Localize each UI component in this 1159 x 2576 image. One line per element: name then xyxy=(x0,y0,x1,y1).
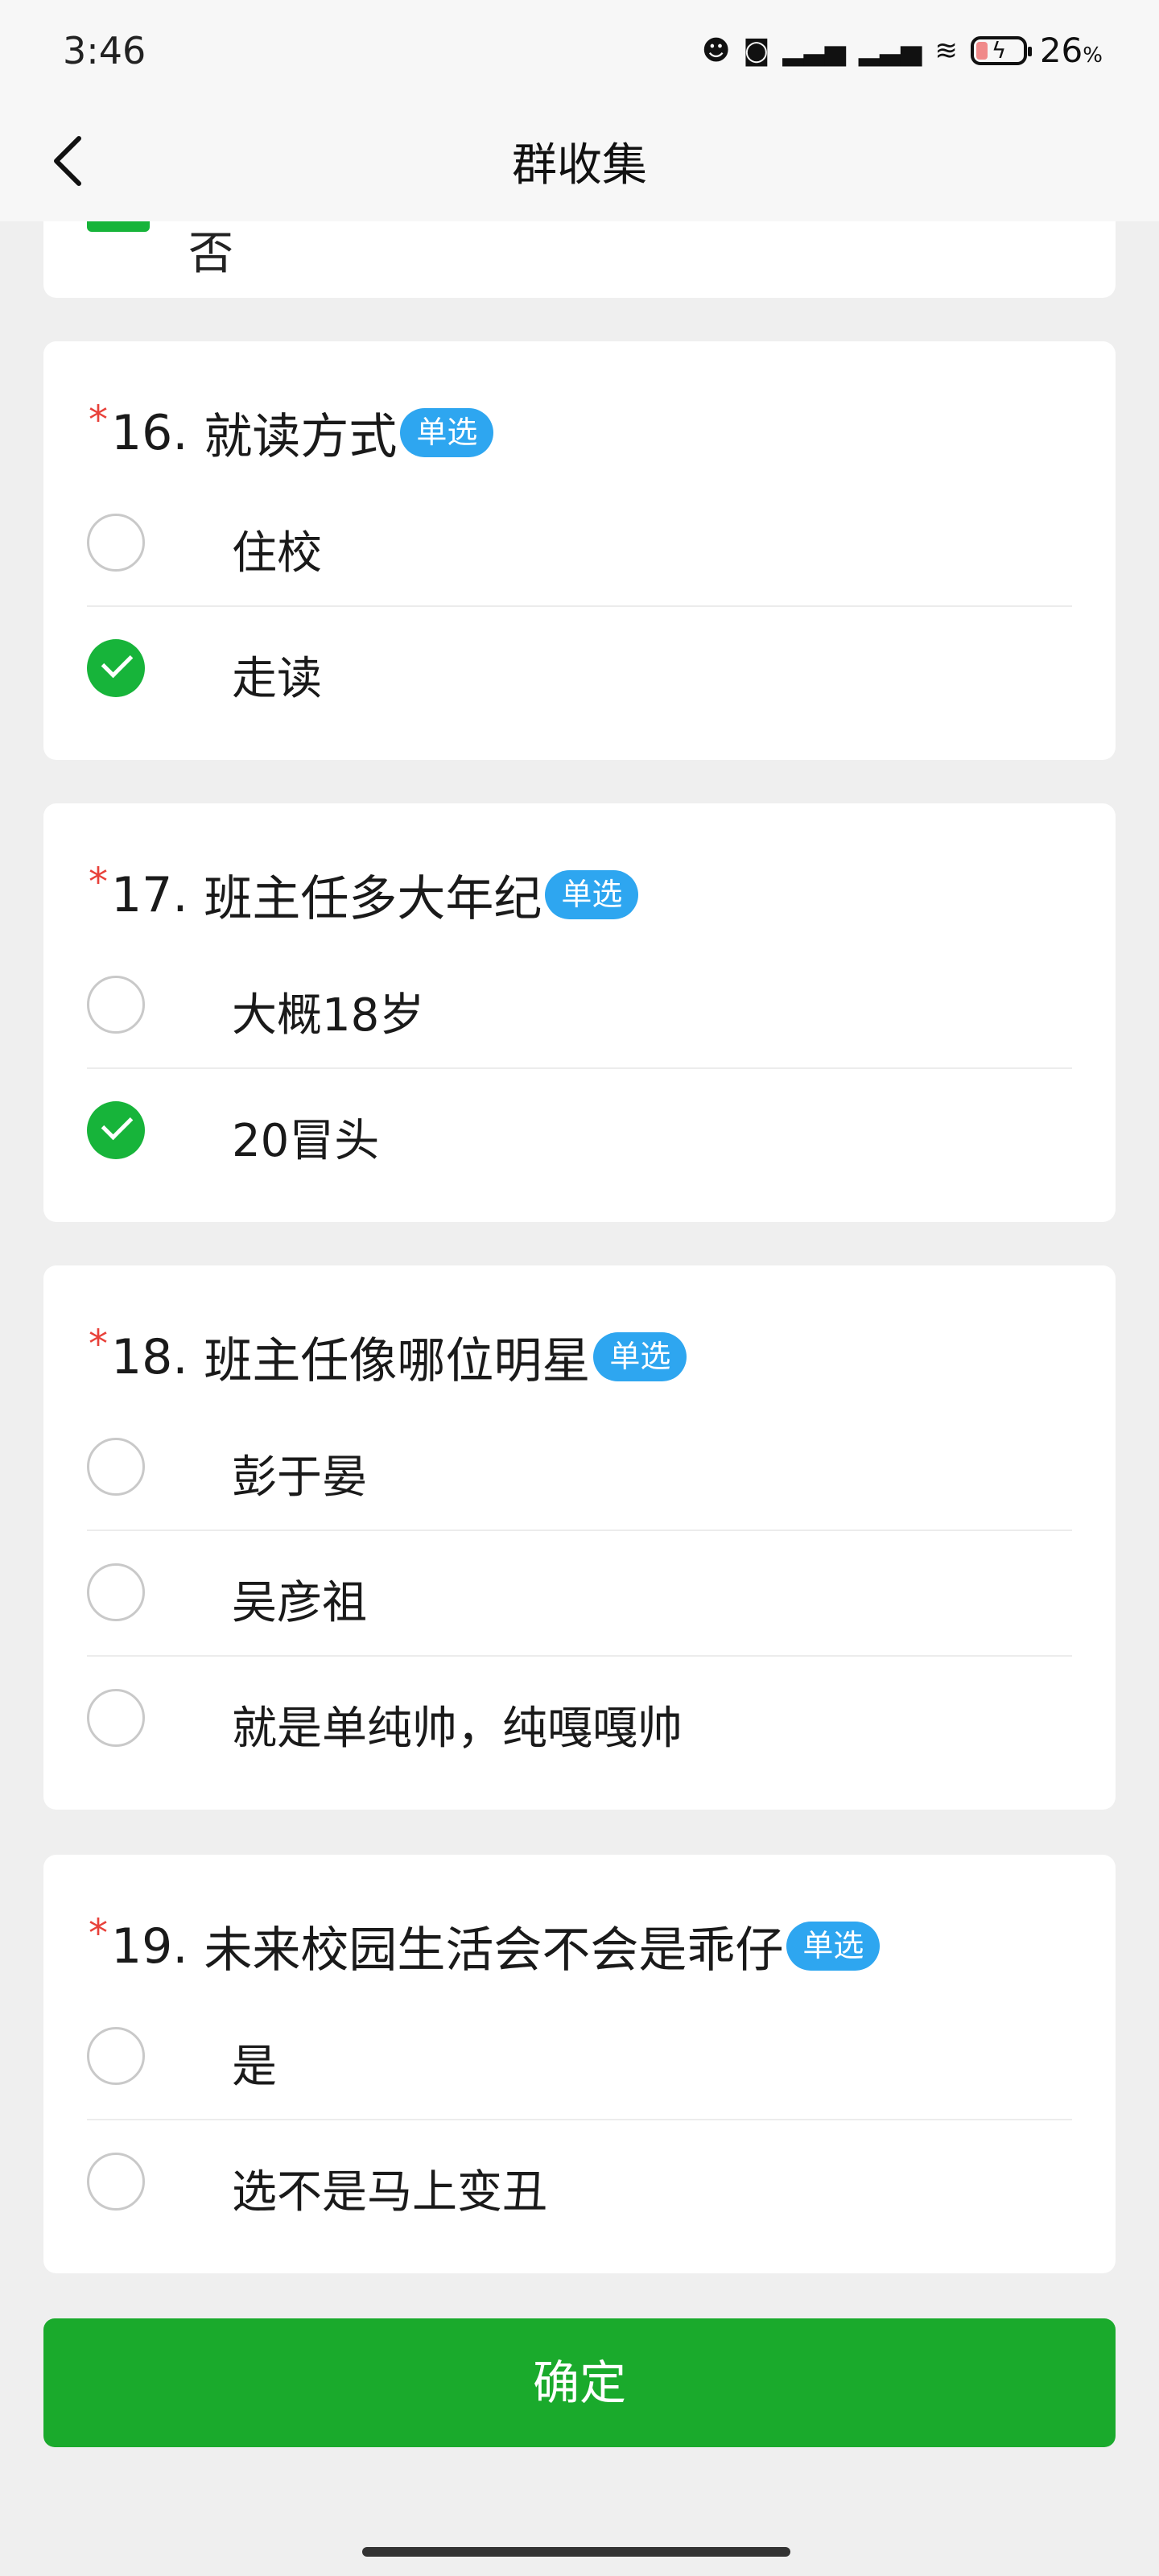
radio-unchecked-icon[interactable] xyxy=(87,1438,145,1496)
option-label: 就是单纯帅，纯嘎嘎帅 xyxy=(232,1703,683,1755)
status-bar: 3:46 ☻ ◙ ▂▃▅ ▂▃▅ ≋ ϟ 26% xyxy=(0,0,1159,105)
page-title: 群收集 xyxy=(512,139,647,192)
question-number: 16. xyxy=(111,404,188,461)
question-card-16: * 16. 就读方式 单选 住校 走读 xyxy=(43,341,1116,760)
check-icon xyxy=(101,1108,134,1141)
headset-icon: ◙ xyxy=(743,34,770,67)
question-number: 17. xyxy=(111,866,188,923)
battery-icon: ϟ xyxy=(970,35,1032,65)
option-item[interactable]: 选不是马上变丑 xyxy=(87,2120,1072,2246)
radio-unchecked-icon[interactable] xyxy=(87,1563,145,1621)
single-choice-badge: 单选 xyxy=(593,1331,687,1382)
option-item[interactable]: 彭于晏 xyxy=(87,1406,1072,1531)
radio-unchecked-icon[interactable] xyxy=(87,976,145,1034)
check-icon xyxy=(101,646,134,679)
option-label: 住校 xyxy=(232,527,322,580)
radio-checked-icon[interactable] xyxy=(87,639,145,697)
nav-header: 群收集 xyxy=(0,105,1159,221)
home-indicator[interactable] xyxy=(362,2547,790,2557)
option-label: 彭于晏 xyxy=(232,1451,367,1504)
option-item[interactable]: 吴彦祖 xyxy=(87,1531,1072,1657)
required-mark: * xyxy=(89,860,108,905)
question-text: 班主任像哪位明星 xyxy=(204,1333,591,1389)
question-number: 19. xyxy=(111,1918,188,1975)
option-label: 大概18岁 xyxy=(232,989,425,1042)
radio-checked-icon[interactable] xyxy=(87,1101,145,1159)
option-item[interactable]: 大概18岁 xyxy=(87,943,1072,1069)
radio-unchecked-icon[interactable] xyxy=(87,2153,145,2211)
required-mark: * xyxy=(89,1911,108,1956)
signal-hd-icon: ▂▃▅ xyxy=(858,34,922,67)
radio-unchecked-icon[interactable] xyxy=(87,514,145,572)
option-label: 选不是马上变丑 xyxy=(232,2166,547,2219)
option-item[interactable]: 就是单纯帅，纯嘎嘎帅 xyxy=(87,1657,1072,1782)
single-choice-badge: 单选 xyxy=(786,1921,881,1971)
option-label: 走读 xyxy=(232,653,322,705)
bolt-icon: ϟ xyxy=(991,36,1007,64)
option-item[interactable]: 是 xyxy=(87,1995,1072,2120)
notification-icon: ☻ xyxy=(701,34,731,67)
question-title: * 17. 班主任多大年纪 单选 xyxy=(89,860,639,930)
question-card-19: * 19. 未来校园生活会不会是乖仔 单选 是 选不是马上变丑 xyxy=(43,1855,1116,2273)
required-mark: * xyxy=(89,1322,108,1367)
question-text: 就读方式 xyxy=(204,409,398,465)
question-card-18: * 18. 班主任像哪位明星 单选 彭于晏 吴彦祖 就是单纯帅，纯嘎嘎帅 xyxy=(43,1265,1116,1810)
option-item[interactable]: 走读 xyxy=(87,607,1072,733)
status-icons: ☻ ◙ ▂▃▅ ▂▃▅ ≋ ϟ 26% xyxy=(702,31,1103,70)
required-mark: * xyxy=(89,398,108,443)
option-label: 20冒头 xyxy=(232,1115,380,1167)
option-item[interactable]: 20冒头 xyxy=(87,1069,1072,1195)
question-text: 班主任多大年纪 xyxy=(204,871,542,927)
question-text: 未来校园生活会不会是乖仔 xyxy=(204,1922,784,1979)
option-item[interactable]: 住校 xyxy=(87,481,1072,607)
question-title: * 16. 就读方式 单选 xyxy=(89,398,494,468)
battery-percent: 26% xyxy=(1039,31,1103,70)
status-time: 3:46 xyxy=(63,29,146,72)
question-number: 18. xyxy=(111,1328,188,1385)
option-label-partial: 否 xyxy=(188,228,233,280)
confirm-button[interactable]: 确定 xyxy=(43,2318,1116,2447)
question-title: * 19. 未来校园生活会不会是乖仔 单选 xyxy=(89,1911,881,1981)
option-label: 是 xyxy=(232,2041,277,2093)
single-choice-badge: 单选 xyxy=(400,407,494,458)
radio-unchecked-icon[interactable] xyxy=(87,2027,145,2085)
radio-unchecked-icon[interactable] xyxy=(87,1689,145,1747)
wifi-icon: ≋ xyxy=(934,34,958,67)
single-choice-badge: 单选 xyxy=(545,869,639,920)
signal-hd-icon: ▂▃▅ xyxy=(782,34,846,67)
question-title: * 18. 班主任像哪位明星 单选 xyxy=(89,1322,687,1392)
question-card-17: * 17. 班主任多大年纪 单选 大概18岁 20冒头 xyxy=(43,803,1116,1222)
option-label: 吴彦祖 xyxy=(232,1577,367,1629)
